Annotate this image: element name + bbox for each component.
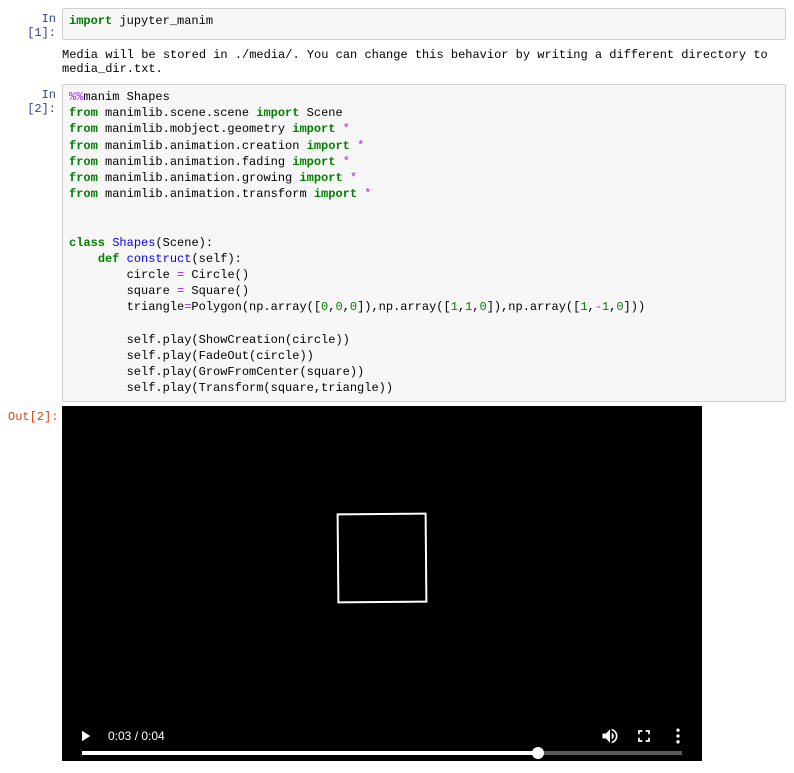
video-progress-bar[interactable] xyxy=(82,751,682,755)
out-prompt-blank-1 xyxy=(8,44,62,80)
in-prompt-2: In [2]: xyxy=(8,84,62,402)
output-cell-1: Media will be stored in ./media/. You ca… xyxy=(8,44,786,80)
video-time: 0:03 / 0:04 xyxy=(108,729,165,743)
play-icon[interactable] xyxy=(76,727,94,745)
fullscreen-icon[interactable] xyxy=(634,726,654,746)
code-cell-2: In [2]: %%manim Shapes from manimlib.sce… xyxy=(8,84,786,402)
video-square-shape xyxy=(337,513,428,604)
video-progress-thumb[interactable] xyxy=(532,747,544,759)
code-input-2[interactable]: %%manim Shapes from manimlib.scene.scene… xyxy=(62,84,786,402)
out-prompt-2: Out[2]: xyxy=(8,406,62,761)
volume-icon[interactable] xyxy=(600,726,620,746)
code-input-1[interactable]: import jupyter_manim xyxy=(62,8,786,40)
in-prompt-1: In [1]: xyxy=(8,8,62,40)
more-icon[interactable] xyxy=(668,726,688,746)
video-progress-fill xyxy=(82,751,538,755)
video-output: 0:03 / 0:04 xyxy=(62,406,786,761)
video-player[interactable]: 0:03 / 0:04 xyxy=(62,406,702,761)
code-cell-1: In [1]: import jupyter_manim xyxy=(8,8,786,40)
video-frame xyxy=(62,406,702,711)
text-output-1: Media will be stored in ./media/. You ca… xyxy=(62,44,786,80)
output-cell-2: Out[2]: 0:03 / 0:04 xyxy=(8,406,786,761)
